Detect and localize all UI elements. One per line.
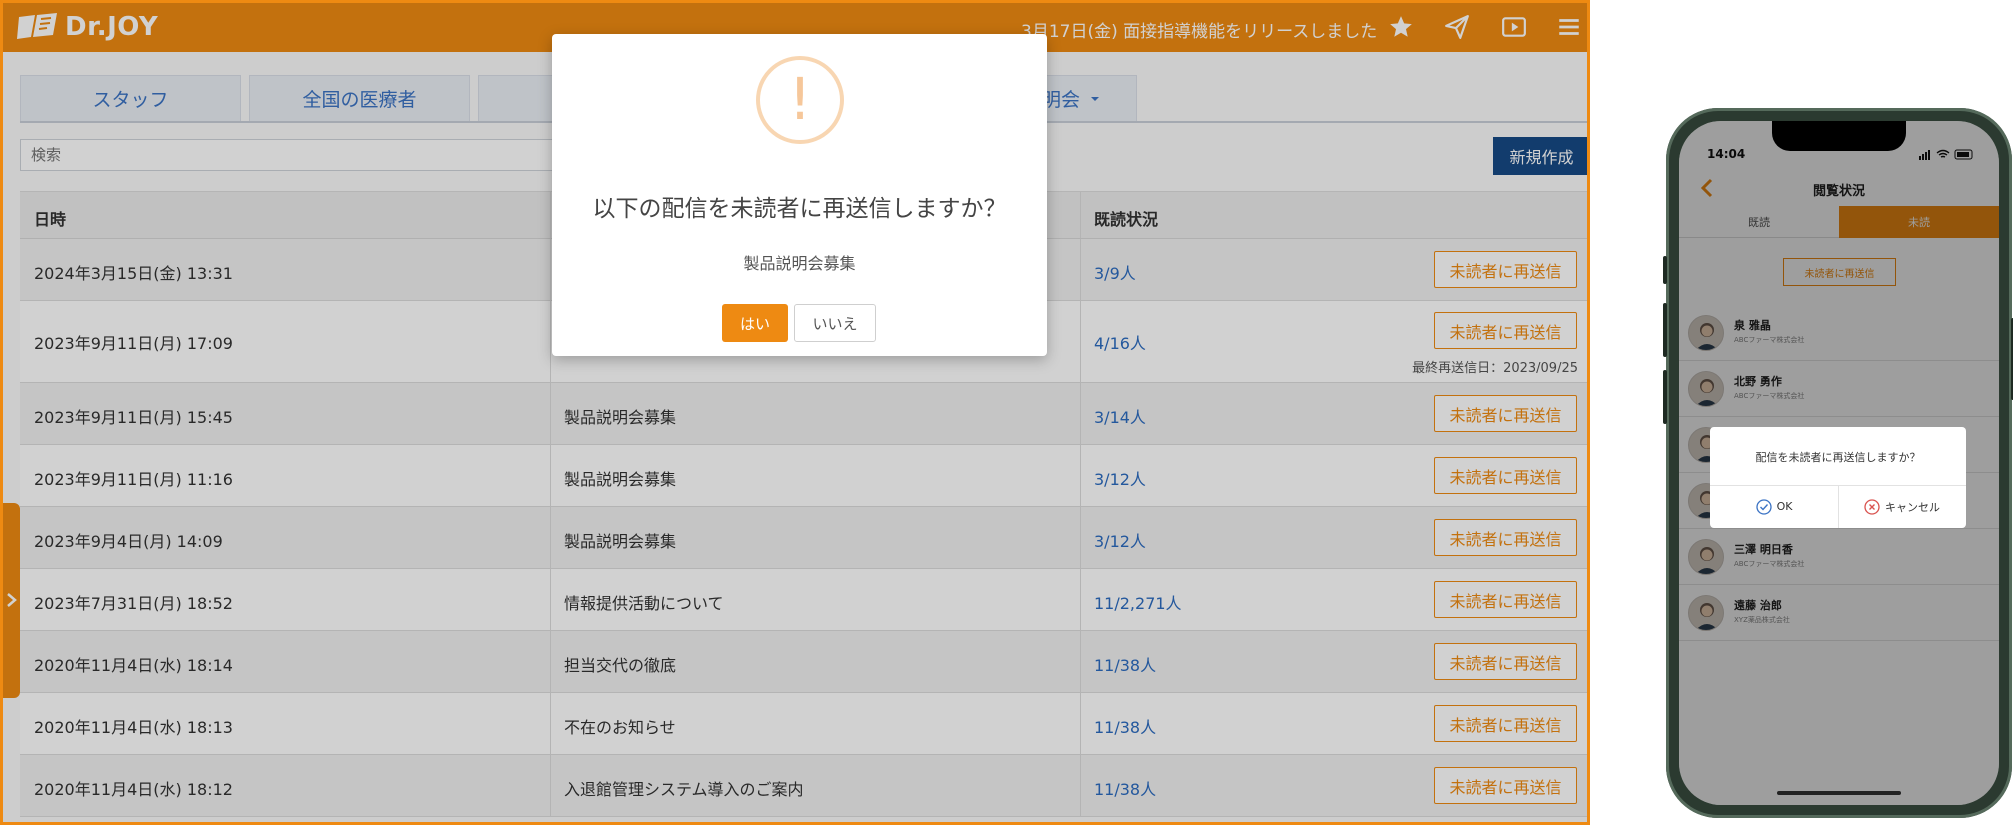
phone-dialog-question: 配信を未読者に再送信しますか？: [1755, 451, 1921, 464]
no-button[interactable]: いいえ: [794, 304, 876, 342]
phone-cancel-label: キャンセル: [1885, 500, 1940, 514]
phone-confirm-dialog: 配信を未読者に再送信しますか？ OK キャンセル: [1710, 427, 1966, 528]
phone-mockup: 14:04 閲覧状況 既読 未読 未読者に再送信 泉 雅晶 ABCファーマ株式会…: [1663, 108, 2013, 818]
home-indicator: [1777, 791, 1901, 795]
dialog-question: 以下の配信を未読者に再送信しますか？: [592, 196, 1007, 222]
phone-screen: 14:04 閲覧状況 既読 未読 未読者に再送信 泉 雅晶 ABCファーマ株式会…: [1679, 121, 1999, 805]
exclamation-icon: !: [756, 56, 844, 144]
check-circle-icon: [1755, 498, 1772, 515]
yes-button[interactable]: はい: [722, 304, 788, 342]
resend-confirm-dialog: ! 以下の配信を未読者に再送信しますか？ 製品説明会募集 はい いいえ: [552, 34, 1047, 356]
x-circle-icon: [1864, 498, 1880, 515]
phone-ok-label: OK: [1776, 500, 1793, 513]
desktop-app-window: Dr.JOY 3月17日(金) 面接指導機能をリリースしました スタッフ 全国の…: [0, 0, 1590, 825]
phone-cancel-button[interactable]: キャンセル: [1838, 485, 1966, 528]
dialog-subject: 製品説明会募集: [743, 254, 856, 273]
phone-ok-button[interactable]: OK: [1710, 485, 1838, 528]
